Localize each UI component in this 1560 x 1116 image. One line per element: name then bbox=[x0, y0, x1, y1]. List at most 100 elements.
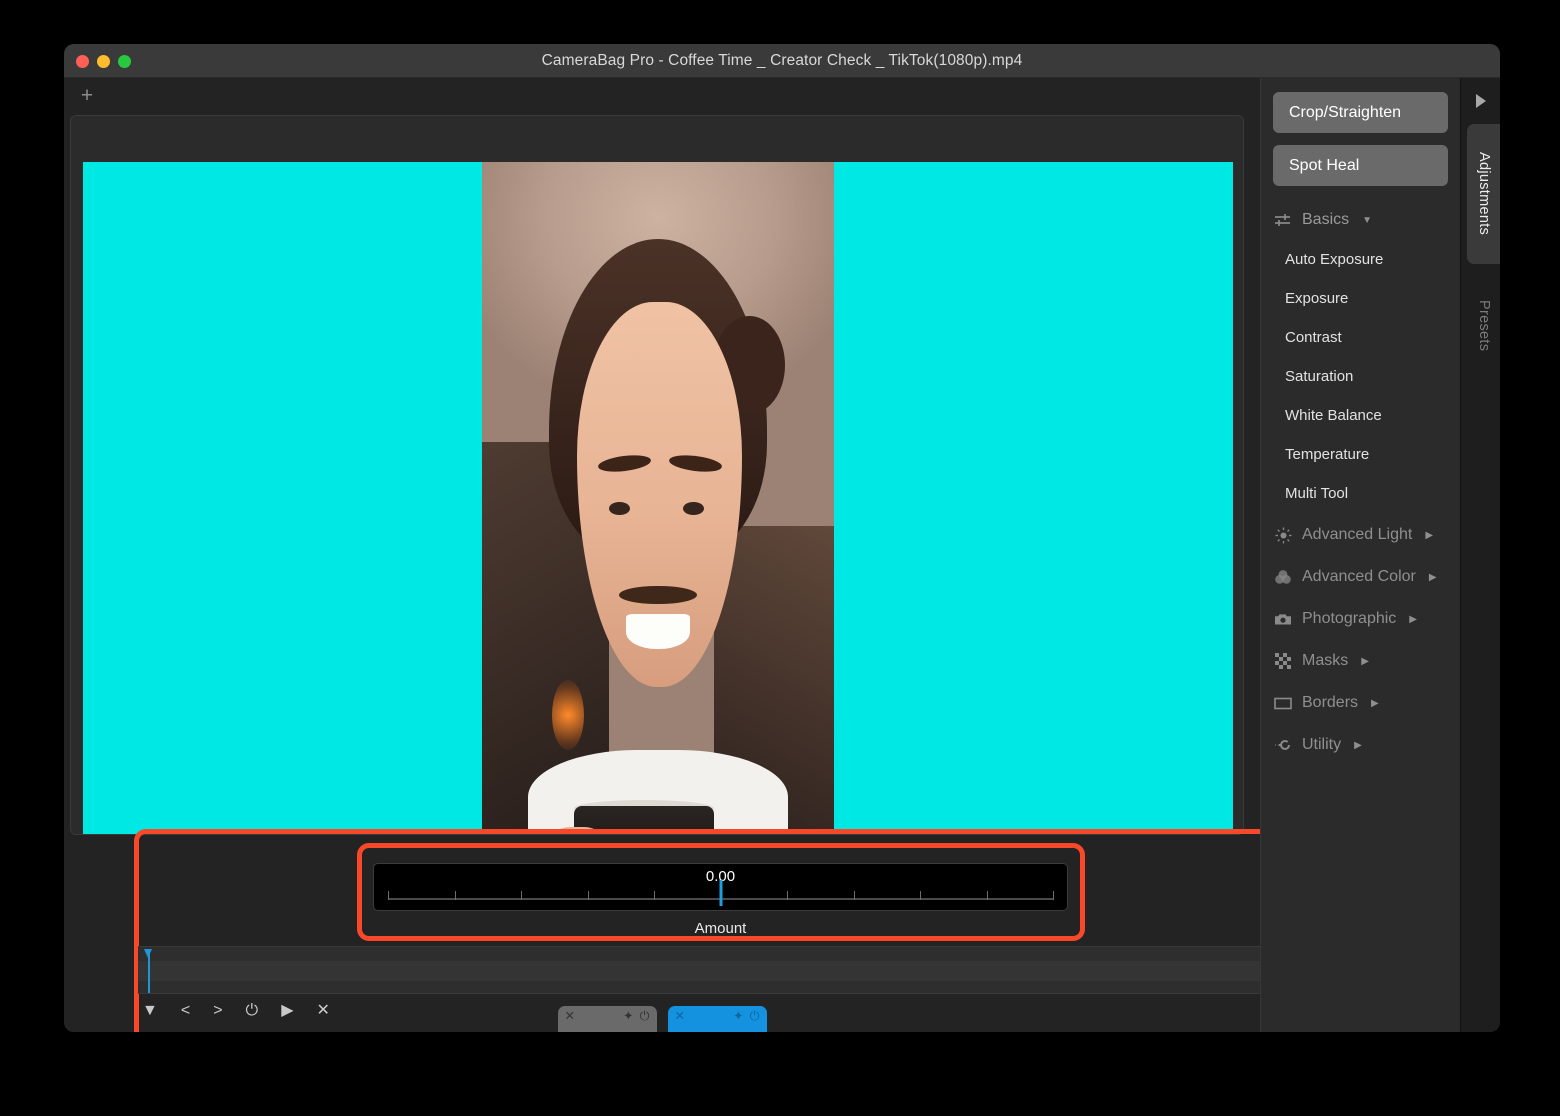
sidebar-button-crop-straighten[interactable]: Crop/Straighten bbox=[1273, 92, 1448, 133]
sidebar-item-white-balance[interactable]: White Balance bbox=[1261, 396, 1460, 435]
slider-handle[interactable] bbox=[719, 880, 722, 906]
sidebar-group-advanced-light[interactable]: Advanced Light ▶ bbox=[1261, 513, 1460, 555]
sidebar-item-contrast[interactable]: Contrast bbox=[1261, 318, 1460, 357]
caret-down-icon[interactable]: ▼ bbox=[142, 1003, 158, 1019]
sidebar-button-spot-heal[interactable]: Spot Heal bbox=[1273, 145, 1448, 186]
sidebar-item-label: Auto Exposure bbox=[1285, 251, 1383, 268]
chevron-right-icon[interactable]: ▶ bbox=[1371, 698, 1379, 709]
video-timeline[interactable] bbox=[138, 946, 1304, 994]
minimize-window-button[interactable] bbox=[97, 55, 110, 68]
chevron-right-icon[interactable]: ▶ bbox=[1409, 614, 1417, 625]
sidebar-group-label: Masks bbox=[1302, 652, 1348, 670]
zoom-window-button[interactable] bbox=[118, 55, 131, 68]
timeline-track[interactable] bbox=[138, 961, 1304, 981]
canvas-panel[interactable] bbox=[70, 115, 1244, 835]
power-icon[interactable]: ⏻ bbox=[246, 1003, 259, 1019]
close-window-button[interactable] bbox=[76, 55, 89, 68]
tab-strip: + bbox=[64, 78, 1260, 115]
sidebar-group-masks[interactable]: Masks ▶ bbox=[1261, 639, 1460, 681]
slider-track[interactable]: 0.00 bbox=[373, 863, 1068, 911]
window-controls[interactable] bbox=[76, 44, 131, 78]
slider-tick bbox=[787, 891, 788, 900]
sidebar-item-label: Multi Tool bbox=[1285, 485, 1348, 502]
slider-tick bbox=[854, 891, 855, 900]
rail-tab-adjustments[interactable]: Adjustments bbox=[1467, 124, 1500, 264]
sidebar-group-label: Utility bbox=[1302, 736, 1341, 754]
desktop-background: CameraBag Pro - Coffee Time _ Creator Ch… bbox=[0, 0, 1560, 1116]
subject-eye-left bbox=[609, 502, 630, 515]
frame-lamp-glow bbox=[552, 680, 584, 750]
close-icon[interactable]: ✕ bbox=[317, 1003, 330, 1019]
wrench-icon bbox=[1273, 735, 1293, 755]
slider-tick bbox=[987, 891, 988, 900]
slider-tick bbox=[654, 891, 655, 900]
collapse-panel-button[interactable] bbox=[1461, 78, 1500, 124]
slider-tick bbox=[388, 891, 389, 900]
sun-icon bbox=[1273, 525, 1293, 545]
sidebar-group-photographic[interactable]: Photographic ▶ bbox=[1261, 597, 1460, 639]
sliders-icon bbox=[1273, 210, 1293, 230]
image-canvas[interactable] bbox=[83, 162, 1233, 835]
slider-label: Amount bbox=[695, 920, 747, 937]
slider-tick bbox=[1053, 891, 1054, 900]
slider-tick bbox=[521, 891, 522, 900]
timeline-playhead[interactable] bbox=[144, 949, 153, 993]
main-column: + bbox=[64, 78, 1260, 1032]
rail-tab-label: Presets bbox=[1476, 300, 1492, 351]
camera-icon bbox=[1273, 609, 1293, 629]
sidebar-item-label: White Balance bbox=[1285, 407, 1382, 424]
sidebar-group-borders[interactable]: Borders ▶ bbox=[1261, 681, 1460, 723]
next-icon[interactable]: > bbox=[213, 1003, 222, 1019]
sidebar-group-label: Basics bbox=[1302, 211, 1349, 229]
sidebar-item-auto-exposure[interactable]: Auto Exposure bbox=[1261, 240, 1460, 279]
slider-tick bbox=[920, 891, 921, 900]
add-tab-button[interactable]: + bbox=[74, 84, 100, 110]
sidebar-item-label: Contrast bbox=[1285, 329, 1342, 346]
sidebar-item-exposure[interactable]: Exposure bbox=[1261, 279, 1460, 318]
sidebar-item-temperature[interactable]: Temperature bbox=[1261, 435, 1460, 474]
playhead-stem bbox=[148, 949, 150, 993]
venn-icon bbox=[1273, 567, 1293, 587]
sidebar-item-label: Temperature bbox=[1285, 446, 1369, 463]
sidebar-item-multi-tool[interactable]: Multi Tool bbox=[1261, 474, 1460, 513]
sidebar-group-advanced-color[interactable]: Advanced Color ▶ bbox=[1261, 555, 1460, 597]
chevron-down-icon[interactable]: ▼ bbox=[1362, 215, 1372, 226]
previous-icon[interactable]: < bbox=[181, 1003, 190, 1019]
subject-mouth bbox=[626, 614, 689, 649]
chevron-right-icon[interactable]: ▶ bbox=[1354, 740, 1362, 751]
slider-tick bbox=[588, 891, 589, 900]
frame-icon bbox=[1273, 693, 1293, 713]
subject-eye-right bbox=[683, 502, 704, 515]
chevron-right-icon[interactable]: ▶ bbox=[1429, 572, 1437, 583]
rail-tab-presets[interactable]: Presets bbox=[1467, 272, 1500, 380]
chevron-right-icon[interactable]: ▶ bbox=[1425, 530, 1433, 541]
slider-tick bbox=[455, 891, 456, 900]
canvas-top-padding bbox=[71, 116, 1243, 162]
sidebar-item-saturation[interactable]: Saturation bbox=[1261, 357, 1460, 396]
sidebar-group-label: Borders bbox=[1302, 694, 1358, 712]
video-preview-frame[interactable] bbox=[482, 162, 834, 835]
app-window: CameraBag Pro - Coffee Time _ Creator Ch… bbox=[64, 44, 1500, 1032]
window-body: + bbox=[64, 78, 1500, 1032]
slider-label-container: Amount bbox=[364, 911, 1077, 945]
sidebar-group-label: Advanced Color bbox=[1302, 568, 1416, 586]
checker-icon bbox=[1273, 651, 1293, 671]
sidebar-item-label: Saturation bbox=[1285, 368, 1353, 385]
panel-tab-rail: Adjustments Presets bbox=[1460, 78, 1500, 1032]
sidebar-group-utility[interactable]: Utility ▶ bbox=[1261, 723, 1460, 765]
sidebar-group-label: Photographic bbox=[1302, 610, 1396, 628]
chevron-right-icon[interactable]: ▶ bbox=[1361, 656, 1369, 667]
amount-slider[interactable]: 0.00 Amount bbox=[364, 857, 1077, 923]
bottom-toolbar: ▼ < > ⏻ ▶ ✕ bbox=[64, 990, 1260, 1032]
adjustments-sidebar: Crop/Straighten Spot Heal Basics ▼ Auto Expo… bbox=[1260, 78, 1460, 1032]
subject-moustache bbox=[619, 586, 696, 604]
title-bar: CameraBag Pro - Coffee Time _ Creator Ch… bbox=[64, 44, 1500, 78]
rail-tab-label: Adjustments bbox=[1476, 152, 1492, 235]
sidebar-button-label: Crop/Straighten bbox=[1289, 104, 1401, 122]
play-triangle-icon bbox=[1476, 94, 1486, 108]
sidebar-item-label: Exposure bbox=[1285, 290, 1348, 307]
play-icon[interactable]: ▶ bbox=[281, 1003, 293, 1019]
sidebar-group-basics[interactable]: Basics ▼ bbox=[1261, 198, 1460, 240]
sidebar-button-label: Spot Heal bbox=[1289, 157, 1359, 175]
sidebar-group-label: Advanced Light bbox=[1302, 526, 1412, 544]
